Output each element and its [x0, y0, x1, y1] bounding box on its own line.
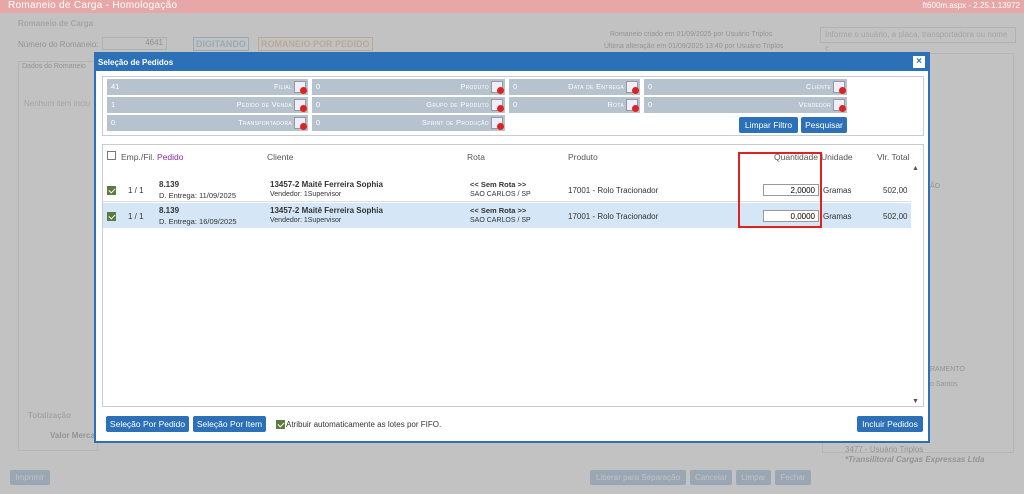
filter-rota[interactable]: 0 Rota	[509, 97, 640, 113]
clear-filter-icon[interactable]	[491, 117, 504, 130]
row-entrega: D. Entrega: 11/09/2025	[159, 191, 236, 200]
scroll-down-icon[interactable]: ▼	[912, 398, 919, 405]
row-unidade: Gramas	[823, 186, 852, 195]
row-checkbox[interactable]	[107, 212, 116, 221]
clear-filter-icon[interactable]	[833, 81, 846, 94]
filter-filial[interactable]: 41 Filial	[107, 79, 308, 95]
row-cliente: 13457-2 Maitê Ferreira Sophia	[270, 180, 383, 189]
clear-filter-icon[interactable]	[491, 81, 504, 94]
app-title-bar: Romaneio de Carga - Homologação ft600m.a…	[0, 0, 1024, 13]
row-produto: 17001 - Rolo Tracionador	[568, 212, 659, 221]
row-vendedor: Vendedor: 1Supervisor	[270, 217, 342, 224]
clear-filter-icon[interactable]	[833, 99, 846, 112]
filter-grupo-produto[interactable]: 0 Grupo de Produto	[312, 97, 505, 113]
col-cliente: Cliente	[267, 152, 294, 162]
row-cidade: SAO CARLOS / SP	[470, 217, 531, 224]
clear-filter-icon[interactable]	[294, 117, 307, 130]
modal-header: Seleção de Pedidos ×	[96, 54, 928, 71]
fifo-checkbox[interactable]	[276, 420, 285, 429]
limpar-filtro-button[interactable]: Limpar Filtro	[739, 117, 798, 133]
filter-box: 41 Filial 0 Produto 0 Data de Entrega 0 Clie…	[102, 76, 924, 136]
row-emp: 1 / 1	[128, 186, 144, 195]
pesquisar-button[interactable]: Pesquisar	[801, 117, 847, 133]
row-vendedor: Vendedor: 1Supervisor	[270, 191, 342, 198]
quantidade-highlight	[738, 152, 822, 228]
filter-cliente[interactable]: 0 Cliente	[644, 79, 847, 95]
modal-title: Seleção de Pedidos	[98, 58, 174, 67]
row-cidade: SAO CARLOS / SP	[470, 191, 531, 198]
filter-pedido-venda[interactable]: 1 Pedido de Venda	[107, 97, 308, 113]
row-pedido: 8.139	[159, 180, 180, 189]
row-checkbox[interactable]	[107, 186, 116, 195]
selecao-por-item-button[interactable]: Seleção Por Item	[193, 416, 266, 432]
row-produto: 17001 - Rolo Tracionador	[568, 186, 659, 195]
filter-transportadora[interactable]: 0 Transportadora	[107, 115, 308, 131]
col-rota: Rota	[467, 152, 485, 162]
filter-data-entrega[interactable]: 0 Data de Entrega	[509, 79, 640, 95]
row-emp: 1 / 1	[128, 212, 144, 221]
close-icon[interactable]: ×	[913, 56, 925, 68]
filter-sprint-producao[interactable]: 0 Sprint de Produção	[312, 115, 505, 131]
clear-filter-icon[interactable]	[626, 81, 639, 94]
clear-filter-icon[interactable]	[294, 81, 307, 94]
row-pedido: 8.139	[159, 206, 180, 215]
row-entrega: D. Entrega: 16/09/2025	[159, 217, 237, 226]
filter-vendedor[interactable]: 0 Vendedor	[644, 97, 847, 113]
app-title: Romaneio de Carga - Homologação	[8, 0, 178, 11]
row-unidade: Gramas	[823, 212, 852, 221]
select-all-checkbox[interactable]	[107, 151, 116, 160]
col-vlr-total: Vlr. Total	[877, 152, 910, 162]
filter-produto[interactable]: 0 Produto	[312, 79, 505, 95]
clear-filter-icon[interactable]	[294, 99, 307, 112]
row-cliente: 13457-2 Maitê Ferreira Sophia	[270, 206, 383, 215]
grid-scrollbar[interactable]: ▲ ▼	[911, 165, 921, 405]
fifo-label: Atribuir automaticamente as lotes por FI…	[286, 420, 442, 429]
row-vlr-total: 502,00	[883, 212, 908, 221]
row-rota: << Sem Rota >>	[470, 180, 527, 189]
selecao-por-pedido-button[interactable]: Seleção Por Pedido	[106, 416, 189, 432]
clear-filter-icon[interactable]	[626, 99, 639, 112]
col-emp: Emp./Fil.	[121, 152, 155, 162]
app-version: ft600m.aspx - 2.25.1.13972	[922, 1, 1020, 10]
col-unidade: Unidade	[821, 152, 853, 162]
clear-filter-icon[interactable]	[491, 99, 504, 112]
selecao-pedidos-modal: Seleção de Pedidos × 41 Filial 0 Produto 0…	[94, 52, 930, 443]
row-vlr-total: 502,00	[883, 186, 908, 195]
row-rota: << Sem Rota >>	[470, 206, 527, 215]
col-pedido[interactable]: Pedido	[157, 152, 183, 162]
scroll-up-icon[interactable]: ▲	[912, 165, 919, 172]
col-produto: Produto	[568, 152, 598, 162]
incluir-pedidos-button[interactable]: Incluir Pedidos	[857, 416, 923, 432]
